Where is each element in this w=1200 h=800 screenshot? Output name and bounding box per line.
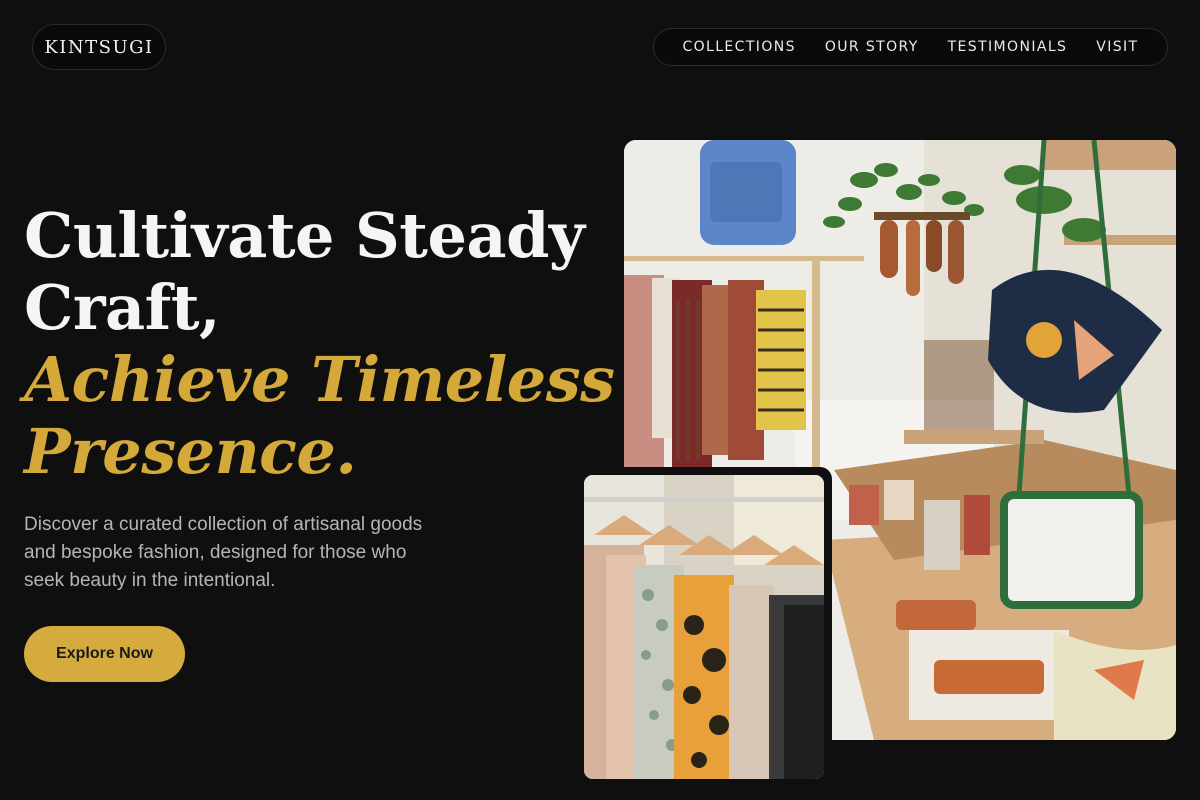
nav-item-our-story[interactable]: OUR STORY — [825, 39, 919, 55]
hero-title-accent-line-1: Achieve Timeless — [24, 343, 615, 416]
hero-title-line-2: Craft, — [24, 271, 221, 344]
brand-logo[interactable]: KINTSUGI — [32, 24, 166, 70]
hero-title-accent-line-2: Presence. — [24, 415, 357, 488]
main-nav: COLLECTIONS OUR STORY TESTIMONIALS VISIT — [653, 28, 1168, 66]
nav-item-visit[interactable]: VISIT — [1096, 39, 1138, 55]
clothing-rack-image — [584, 475, 824, 779]
hero-title: Cultivate Steady Craft, Achieve Timeless… — [24, 199, 615, 488]
nav-item-testimonials[interactable]: TESTIMONIALS — [948, 39, 1068, 55]
hero-title-line-1: Cultivate Steady — [24, 199, 585, 272]
hero-description: Discover a curated collection of artisan… — [24, 514, 423, 591]
explore-now-button[interactable]: Explore Now — [24, 626, 185, 682]
nav-item-collections[interactable]: COLLECTIONS — [682, 39, 795, 55]
clothing-rack-image-frame — [578, 467, 832, 785]
